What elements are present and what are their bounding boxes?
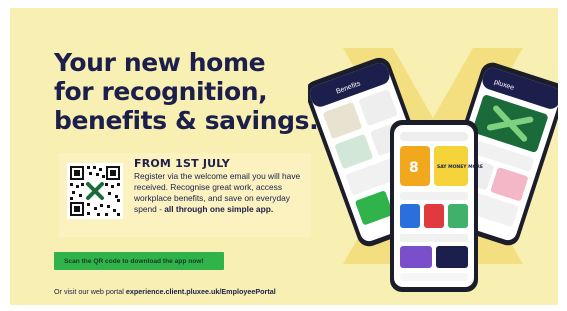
download-app-button[interactable]: Scan the QR code to download the app now… xyxy=(54,252,224,270)
portal-link[interactable]: experience.client.pluxee.uk/EmployeePort… xyxy=(126,287,276,296)
info-body-bold: all through one simple app. xyxy=(164,204,274,214)
headline: Your new home for recognition, benefits … xyxy=(54,48,339,135)
headline-line-2: for recognition, xyxy=(54,77,268,106)
info-title: FROM 1ST JULY xyxy=(134,157,230,170)
phone-center-tile-text: SAY MONEY MORE xyxy=(437,164,483,170)
portal-prefix: Or visit our web portal xyxy=(54,287,126,296)
info-body: Register via the welcome email you will … xyxy=(134,171,309,215)
app-phones-illustration: Benefits pluxee 8 SAY MONEY MORE xyxy=(308,48,558,292)
phone-center-tile-number: 8 xyxy=(409,160,419,176)
headline-line-1: Your new home xyxy=(54,48,266,77)
headline-line-3: benefits & savings. xyxy=(54,106,319,135)
banner: Your new home for recognition, benefits … xyxy=(10,8,558,305)
info-box: FROM 1ST JULY Register via the welcome e… xyxy=(59,153,311,237)
qr-code-icon[interactable] xyxy=(67,163,123,219)
phone-center: 8 SAY MONEY MORE xyxy=(390,120,483,292)
portal-line: Or visit our web portal experience.clien… xyxy=(54,287,276,296)
